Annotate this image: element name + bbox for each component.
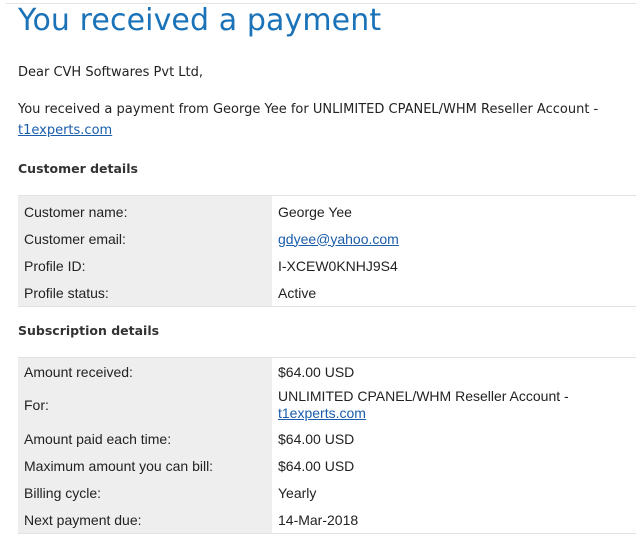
for-site-link[interactable]: t1experts.com [278,405,366,421]
amount-each-time-label: Amount paid each time: [18,425,272,452]
table-row: Profile ID: I-XCEW0KNHJ9S4 [18,252,636,279]
customer-details-heading: Customer details [18,161,138,176]
for-value-text: UNLIMITED CPANEL/WHM Reseller Account - [278,388,569,404]
customer-email-link[interactable]: gdyee@yahoo.com [278,231,399,247]
profile-status-label: Profile status: [18,279,272,307]
customer-email-label: Customer email: [18,225,272,252]
table-row: Customer email: gdyee@yahoo.com [18,225,636,252]
intro-site-link[interactable]: t1experts.com [18,123,112,138]
table-row: Profile status: Active [18,279,636,307]
table-row: For: UNLIMITED CPANEL/WHM Reseller Accou… [18,385,636,425]
customer-email-cell: gdyee@yahoo.com [272,225,636,252]
amount-each-time-value: $64.00 USD [272,425,636,452]
subscription-details-table: Amount received: $64.00 USD For: UNLIMIT… [18,357,636,534]
table-row: Maximum amount you can bill: $64.00 USD [18,452,636,479]
next-payment-label: Next payment due: [18,506,272,534]
max-amount-value: $64.00 USD [272,452,636,479]
subscription-details-heading: Subscription details [18,323,160,338]
table-row: Billing cycle: Yearly [18,479,636,506]
amount-received-label: Amount received: [18,357,272,385]
for-value: UNLIMITED CPANEL/WHM Reseller Account - … [272,385,636,425]
intro-text: You received a payment from George Yee f… [18,102,599,117]
profile-id-value: I-XCEW0KNHJ9S4 [272,252,636,279]
billing-cycle-value: Yearly [272,479,636,506]
table-row: Amount received: $64.00 USD [18,357,636,385]
profile-status-value: Active [272,279,636,307]
next-payment-value: 14-Mar-2018 [272,506,636,534]
intro-paragraph: You received a payment from George Yee f… [18,99,618,141]
for-label: For: [18,385,272,425]
max-amount-label: Maximum amount you can bill: [18,452,272,479]
table-row: Customer name: George Yee [18,195,636,225]
customer-details-table: Customer name: George Yee Customer email… [18,195,636,307]
customer-name-value: George Yee [272,195,636,225]
amount-received-value: $64.00 USD [272,357,636,385]
billing-cycle-label: Billing cycle: [18,479,272,506]
table-row: Next payment due: 14-Mar-2018 [18,506,636,534]
table-row: Amount paid each time: $64.00 USD [18,425,636,452]
profile-id-label: Profile ID: [18,252,272,279]
customer-name-label: Customer name: [18,195,272,225]
greeting: Dear CVH Softwares Pvt Ltd, [18,65,204,80]
page-title: You received a payment [18,3,382,38]
